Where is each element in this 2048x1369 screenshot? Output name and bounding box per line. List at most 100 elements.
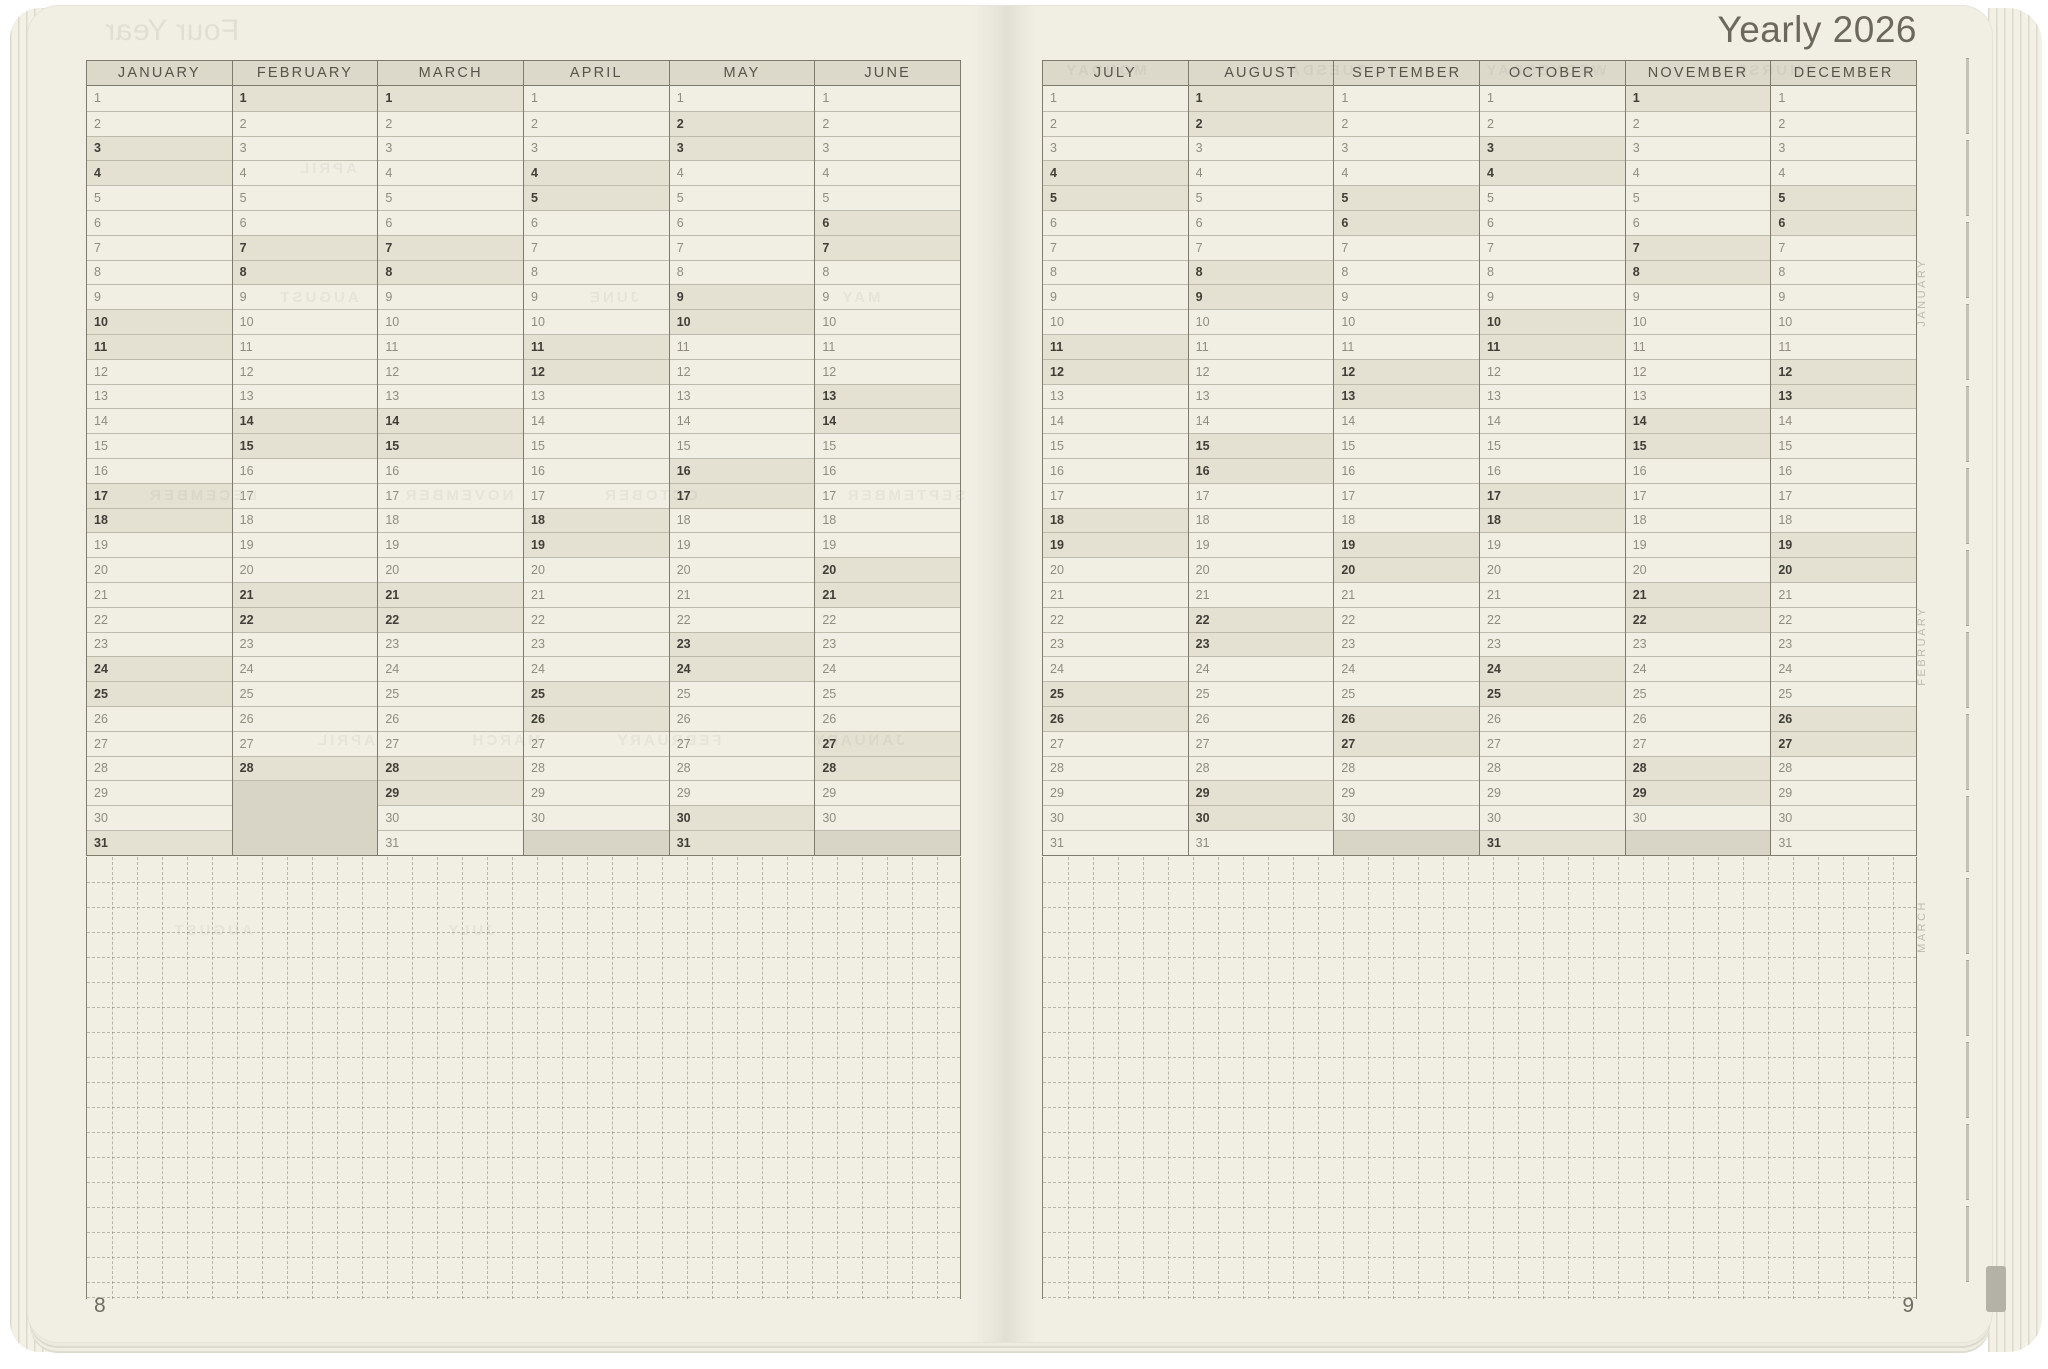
day-cell: 10 (1626, 309, 1771, 334)
day-cell: 7 (1189, 235, 1334, 260)
month-column-september: SEPTEMBER1234567891011121314151617181920… (1333, 61, 1479, 855)
day-cell: 27 (233, 731, 378, 756)
day-cell: 8 (1480, 260, 1625, 285)
day-cell: 13 (233, 384, 378, 409)
page-number-right: 9 (1902, 1294, 1914, 1318)
day-cell: 9 (233, 284, 378, 309)
fore-edge-tab-notch (1966, 960, 1969, 1036)
day-cell: 6 (1334, 210, 1479, 235)
day-cell (233, 780, 378, 805)
day-cell: 25 (1043, 681, 1188, 706)
day-cell: 18 (233, 508, 378, 533)
day-cell: 11 (815, 334, 960, 359)
day-cell: 4 (87, 160, 232, 185)
day-cell: 28 (1626, 756, 1771, 781)
day-cell: 13 (1626, 384, 1771, 409)
day-cell: 17 (87, 483, 232, 508)
day-cell: 29 (524, 780, 669, 805)
day-cell: 29 (87, 780, 232, 805)
month-column-february: FEBRUARY12345678910111213141516171819202… (232, 61, 378, 855)
day-cell: 25 (1626, 681, 1771, 706)
day-cell: 11 (1771, 334, 1916, 359)
day-cell: 13 (87, 384, 232, 409)
day-cell: 14 (1189, 408, 1334, 433)
day-cell: 14 (815, 408, 960, 433)
day-cell: 28 (233, 756, 378, 781)
day-cell: 14 (1626, 408, 1771, 433)
day-cell: 28 (670, 756, 815, 781)
day-cell: 31 (1480, 830, 1625, 855)
day-cell: 27 (1334, 731, 1479, 756)
day-cell: 5 (1480, 185, 1625, 210)
fore-edge-tab-notch (1966, 1206, 1969, 1282)
day-cell: 31 (670, 830, 815, 855)
day-cell: 11 (524, 334, 669, 359)
fore-edge-tab-notch (1966, 714, 1969, 790)
day-cell: 8 (233, 260, 378, 285)
day-cell: 23 (1480, 632, 1625, 657)
month-header: AUGUST (1189, 61, 1334, 86)
day-cell: 7 (233, 235, 378, 260)
day-cell: 17 (1626, 483, 1771, 508)
day-cell: 2 (1480, 111, 1625, 136)
day-cell: 23 (670, 632, 815, 657)
grid-line-horizontal (1043, 1107, 1916, 1108)
day-cell: 19 (1480, 532, 1625, 557)
day-cell: 6 (233, 210, 378, 235)
day-cell: 7 (1771, 235, 1916, 260)
day-cell: 26 (1189, 706, 1334, 731)
month-column-june: JUNE123456789101112131415161718192021222… (814, 61, 960, 855)
day-cell: 16 (670, 458, 815, 483)
grid-line-horizontal (1043, 1257, 1916, 1258)
day-cell: 25 (670, 681, 815, 706)
fore-edge-tab-notch (1966, 1124, 1969, 1200)
day-cell: 9 (1480, 284, 1625, 309)
fore-edge-tab-notch (1966, 304, 1969, 380)
day-cell: 9 (87, 284, 232, 309)
month-column-january: JANUARY123456789101112131415161718192021… (87, 61, 232, 855)
day-cell: 13 (1480, 384, 1625, 409)
month-header: FEBRUARY (233, 61, 378, 86)
month-column-august: AUGUST1234567891011121314151617181920212… (1188, 61, 1334, 855)
day-cell: 29 (1626, 780, 1771, 805)
day-cell: 8 (1189, 260, 1334, 285)
day-cell: 28 (1480, 756, 1625, 781)
day-cell: 9 (1043, 284, 1188, 309)
day-cell: 2 (378, 111, 523, 136)
day-cell: 18 (524, 508, 669, 533)
day-cell: 26 (1626, 706, 1771, 731)
day-cell: 31 (1771, 830, 1916, 855)
day-cell: 8 (87, 260, 232, 285)
day-cell: 26 (1334, 706, 1479, 731)
day-cell: 7 (1043, 235, 1188, 260)
day-cell: 10 (524, 309, 669, 334)
day-cell: 27 (1043, 731, 1188, 756)
day-cell: 21 (1626, 582, 1771, 607)
day-cell: 17 (378, 483, 523, 508)
grid-line-horizontal (1043, 1157, 1916, 1158)
day-cell: 19 (524, 532, 669, 557)
day-cell: 1 (1043, 86, 1188, 111)
day-cell: 25 (524, 681, 669, 706)
day-cell: 10 (1771, 309, 1916, 334)
day-cell: 2 (1043, 111, 1188, 136)
day-cell: 16 (1334, 458, 1479, 483)
day-cell: 12 (815, 359, 960, 384)
grid-line-horizontal (87, 1157, 960, 1158)
day-cell: 15 (670, 433, 815, 458)
day-cell: 10 (87, 309, 232, 334)
day-cell: 7 (524, 235, 669, 260)
fore-edge-tab-notch (1966, 1042, 1969, 1118)
day-cell: 6 (815, 210, 960, 235)
day-cell: 3 (524, 136, 669, 161)
day-cell: 7 (1626, 235, 1771, 260)
day-cell: 4 (1334, 160, 1479, 185)
day-cell: 26 (378, 706, 523, 731)
day-cell: 5 (524, 185, 669, 210)
day-cell: 19 (378, 532, 523, 557)
day-cell: 12 (1480, 359, 1625, 384)
day-cell: 26 (1043, 706, 1188, 731)
day-cell: 11 (670, 334, 815, 359)
day-cell: 24 (1189, 656, 1334, 681)
center-fold-shadow (972, 6, 1036, 1342)
